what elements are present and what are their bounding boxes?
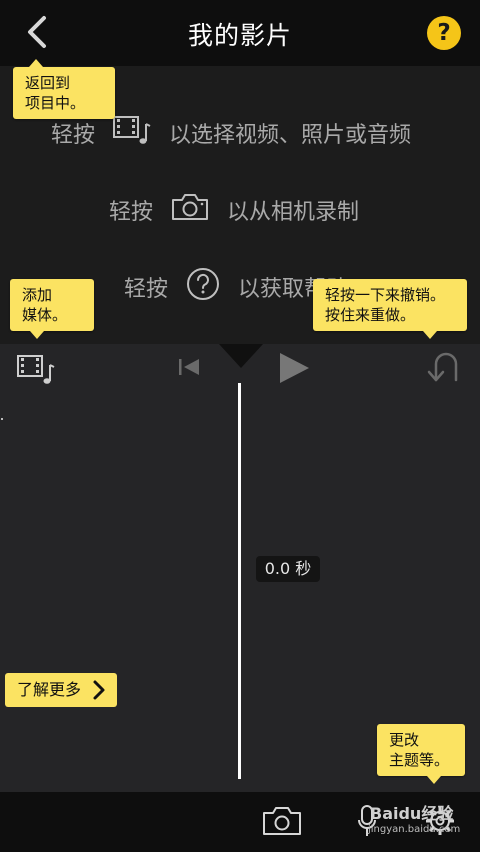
learn-more-button[interactable]: 了解更多 — [5, 673, 117, 707]
add-media-button[interactable] — [16, 354, 56, 390]
tooltip-add-media: 添加 媒体。 — [10, 279, 94, 339]
instruction-tap-label: 轻按 — [109, 200, 154, 225]
instruction-camera: 轻按 以从相机录制 — [109, 192, 359, 228]
camera-icon — [170, 192, 210, 228]
watermark: Baidu经验 jingyan.baidu.com — [362, 796, 480, 852]
page-title: 我的影片 — [187, 21, 292, 50]
media-icon — [112, 114, 152, 152]
tooltip-undo: 轻按一下来撤销。 按住来重做。 — [313, 279, 467, 339]
tooltip-theme: 更改 主题等。 — [377, 724, 465, 784]
instruction-text: 以选择视频、照片或音频 — [169, 123, 412, 148]
tooltip-back: 返回到 项目中。 — [13, 59, 115, 119]
camera-icon — [263, 807, 301, 835]
instruction-text: 以从相机录制 — [227, 200, 360, 225]
help-button[interactable]: ? — [427, 16, 461, 50]
watermark-brand: Baidu经验 — [370, 804, 454, 823]
play-button[interactable] — [276, 350, 312, 390]
learn-more-label: 了解更多 — [17, 680, 82, 699]
instruction-tap-label: 轻按 — [124, 277, 169, 302]
instruction-tap-label: 轻按 — [51, 123, 96, 148]
play-icon — [280, 353, 309, 383]
skip-to-start-button[interactable] — [176, 355, 202, 383]
duration-label: 0.0 秒 — [256, 556, 320, 582]
watermark-url: jingyan.baidu.com — [368, 824, 461, 835]
playhead-marker — [219, 344, 263, 368]
playhead-line[interactable] — [238, 383, 241, 779]
timeline-dot — [1, 418, 3, 420]
media-icon — [17, 355, 55, 384]
undo-icon — [427, 352, 458, 382]
instruction-media: 轻按 以选择视频、照片或音频 — [51, 114, 411, 152]
camera-button[interactable] — [262, 806, 302, 840]
skip-back-icon — [179, 359, 199, 375]
chevron-right-icon — [91, 673, 107, 719]
help-circle-icon — [185, 266, 221, 308]
undo-button[interactable] — [424, 350, 464, 390]
